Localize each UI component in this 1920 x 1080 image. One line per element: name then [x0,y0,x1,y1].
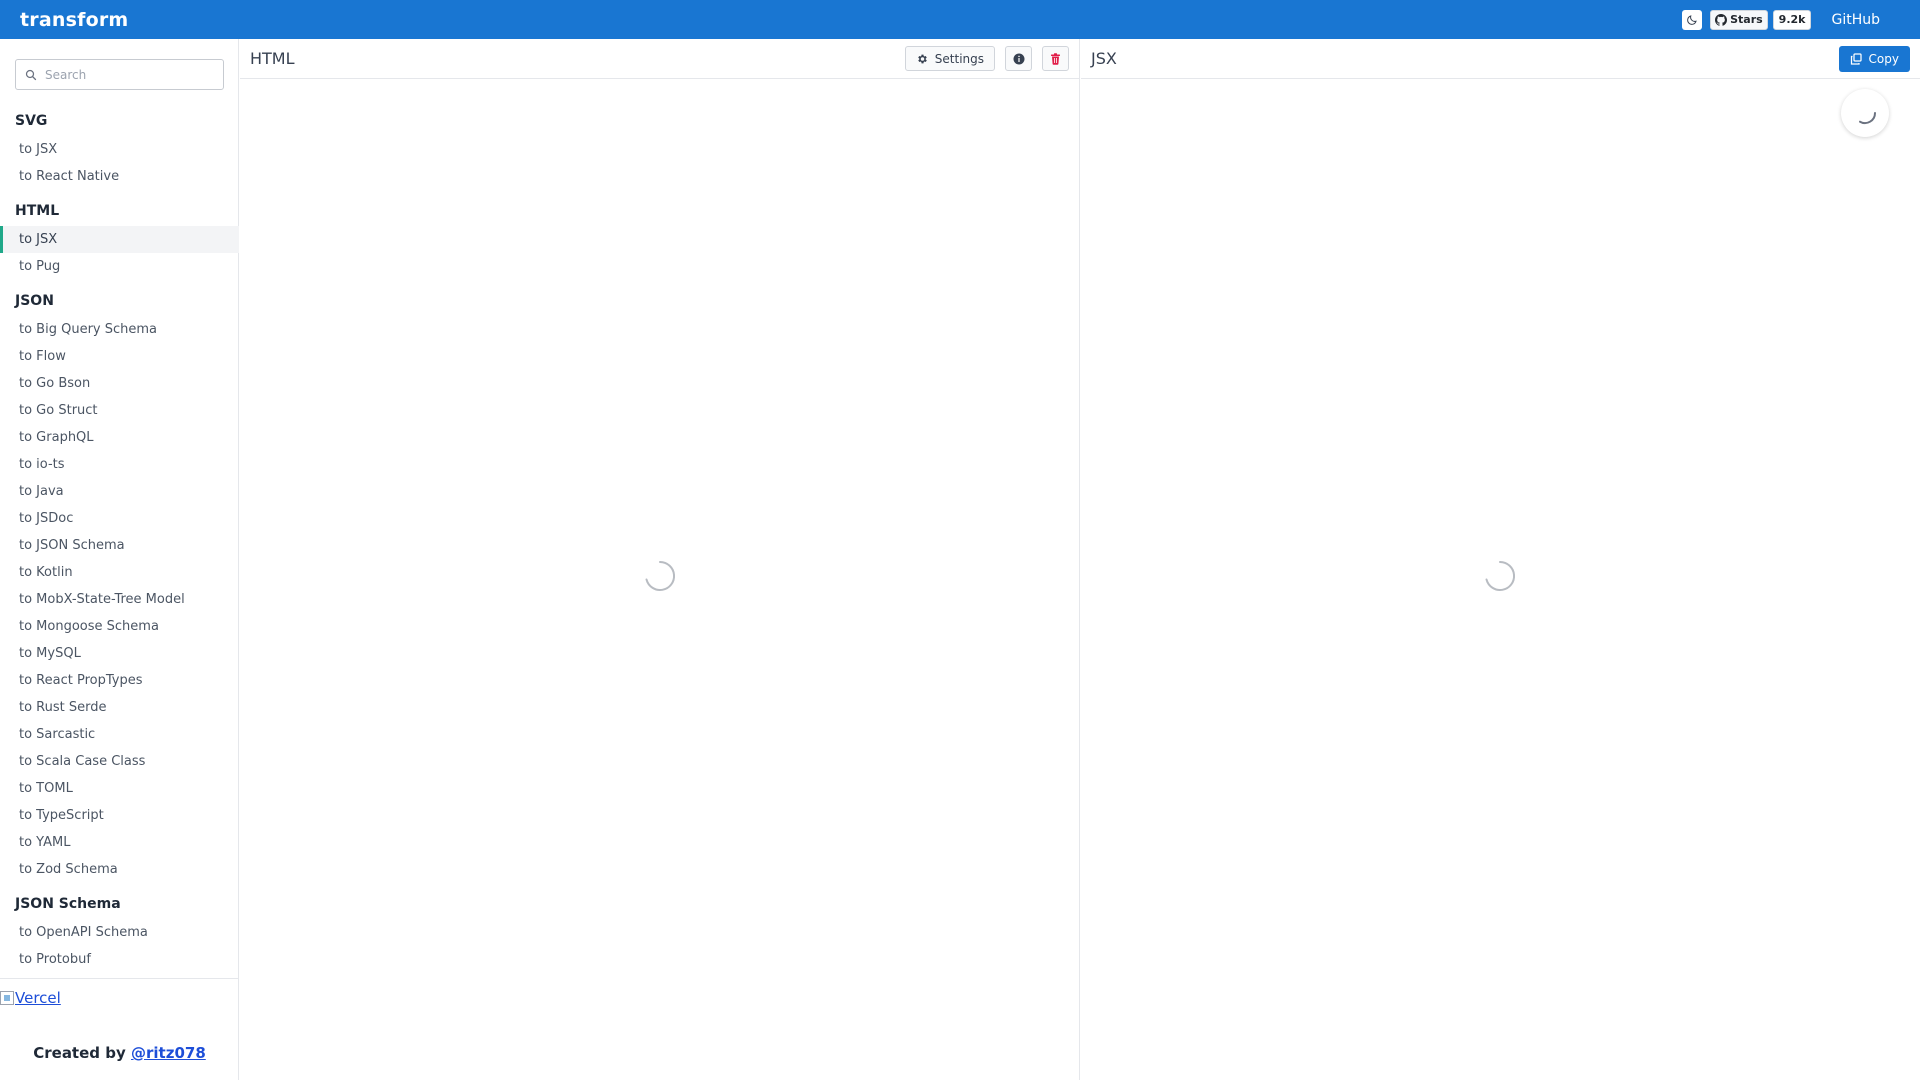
sidebar-item[interactable]: to Big Query Schema [0,316,239,343]
copy-button[interactable]: Copy [1838,45,1910,72]
output-panel-title: JSX [1091,49,1117,68]
app-logo[interactable]: transform [20,9,128,31]
sidebar-item[interactable]: to JSON Schema [0,532,239,559]
copy-icon [1850,52,1862,65]
sidebar-item[interactable]: to TypeScript [0,802,239,829]
theme-toggle-button[interactable] [1682,9,1703,30]
sidebar-item[interactable]: to Flow [0,343,239,370]
nav-section: JSON Schema to OpenAPI Schema to Protobuf [0,894,239,973]
sidebar-item[interactable]: to io-ts [0,451,239,478]
top-bar-actions: Stars 9.2k GitHub [1682,9,1900,30]
top-bar: transform Stars 9.2k GitHub [0,0,1920,39]
copy-label: Copy [1868,51,1899,66]
floating-loading-indicator [1841,89,1889,137]
sidebar-item[interactable]: to Java [0,478,239,505]
sidebar-item[interactable]: to Pug [0,253,239,280]
sidebar-item[interactable]: to MobX-State-Tree Model [0,586,239,613]
output-panel-toolbar: Copy [1838,45,1910,72]
trash-icon [1051,52,1060,65]
nav-section-title: JSON [15,293,54,309]
broken-image-icon [0,991,14,1005]
loading-spinner [645,560,676,591]
sidebar-item[interactable]: to YAML [0,829,239,856]
sidebar-item[interactable]: to Protobuf [0,946,239,973]
nav-section-title: JSON Schema [15,896,121,912]
github-icon [1715,13,1728,26]
created-by: Created by @ritz078 [0,1044,239,1062]
sidebar-item[interactable]: to GraphQL [0,424,239,451]
nav-section: SVG to JSX to React Native [0,111,239,190]
nav-section-title: HTML [15,203,60,219]
sidebar-item[interactable]: to JSX [0,226,239,253]
settings-button[interactable]: Settings [904,46,995,71]
nav-section: HTML to JSX to Pug [0,201,239,280]
search-input[interactable] [45,67,215,82]
sidebar-item[interactable]: to JSX [0,136,239,163]
sidebar-item[interactable]: to Go Struct [0,397,239,424]
input-panel-toolbar: Settings [904,46,1069,71]
sidebar-item[interactable]: to Go Bson [0,370,239,397]
sidebar-item[interactable]: to React PropTypes [0,667,239,694]
nav-section-title: SVG [15,113,48,129]
sidebar-item[interactable]: to Zod Schema [0,856,239,883]
sidebar-item[interactable]: to TOML [0,775,239,802]
sidebar-item[interactable]: to Sarcastic [0,721,239,748]
search-icon [25,69,37,80]
github-stars-widget: Stars 9.2k [1710,9,1812,30]
input-panel-title: HTML [250,49,295,68]
output-panel-header: JSX Copy [1081,39,1920,79]
nav-section: JSON to Big Query Schema to Flow to Go Bson… [0,291,239,883]
created-by-label: Created by [33,1044,126,1062]
github-stars-button[interactable]: Stars [1710,9,1768,30]
sidebar-item[interactable]: to JSDoc [0,505,239,532]
output-panel: JSX Copy [1081,39,1920,1080]
sidebar-item[interactable]: to Rust Serde [0,694,239,721]
clear-button[interactable] [1042,46,1069,71]
sidebar-nav: SVG to JSX to React Native HTML to JSX to Pug… [0,111,239,978]
gear-icon [917,54,927,63]
sidebar-item[interactable]: to MySQL [0,640,239,667]
sidebar-item[interactable]: to React Native [0,163,239,190]
loading-spinner [1859,112,1877,125]
github-stars-count[interactable]: 9.2k [1772,9,1812,30]
input-panel-header: HTML Settings [240,39,1079,79]
sidebar-item[interactable]: to Mongoose Schema [0,613,239,640]
sidebar-item[interactable]: to Scala Case Class [0,748,239,775]
sidebar: SVGto JSXto React NativeHTMLto JSXto Pug… [0,39,239,1080]
author-link[interactable]: @ritz078 [131,1044,206,1062]
info-icon [1013,53,1024,64]
loading-spinner [1485,560,1516,591]
moon-icon [1687,14,1697,25]
github-stars-label: Stars [1730,13,1763,26]
vercel-alt-text: Vercel [15,989,61,1007]
settings-label: Settings [934,51,984,66]
github-link[interactable]: GitHub [1831,12,1880,28]
sidebar-item[interactable]: to OpenAPI Schema [0,919,239,946]
vercel-sponsor-link[interactable]: Vercel [0,989,61,1007]
sidebar-item[interactable]: to Kotlin [0,559,239,586]
info-button[interactable] [1005,46,1032,71]
input-panel: HTML Settings [240,39,1080,1080]
search-box [15,59,224,90]
